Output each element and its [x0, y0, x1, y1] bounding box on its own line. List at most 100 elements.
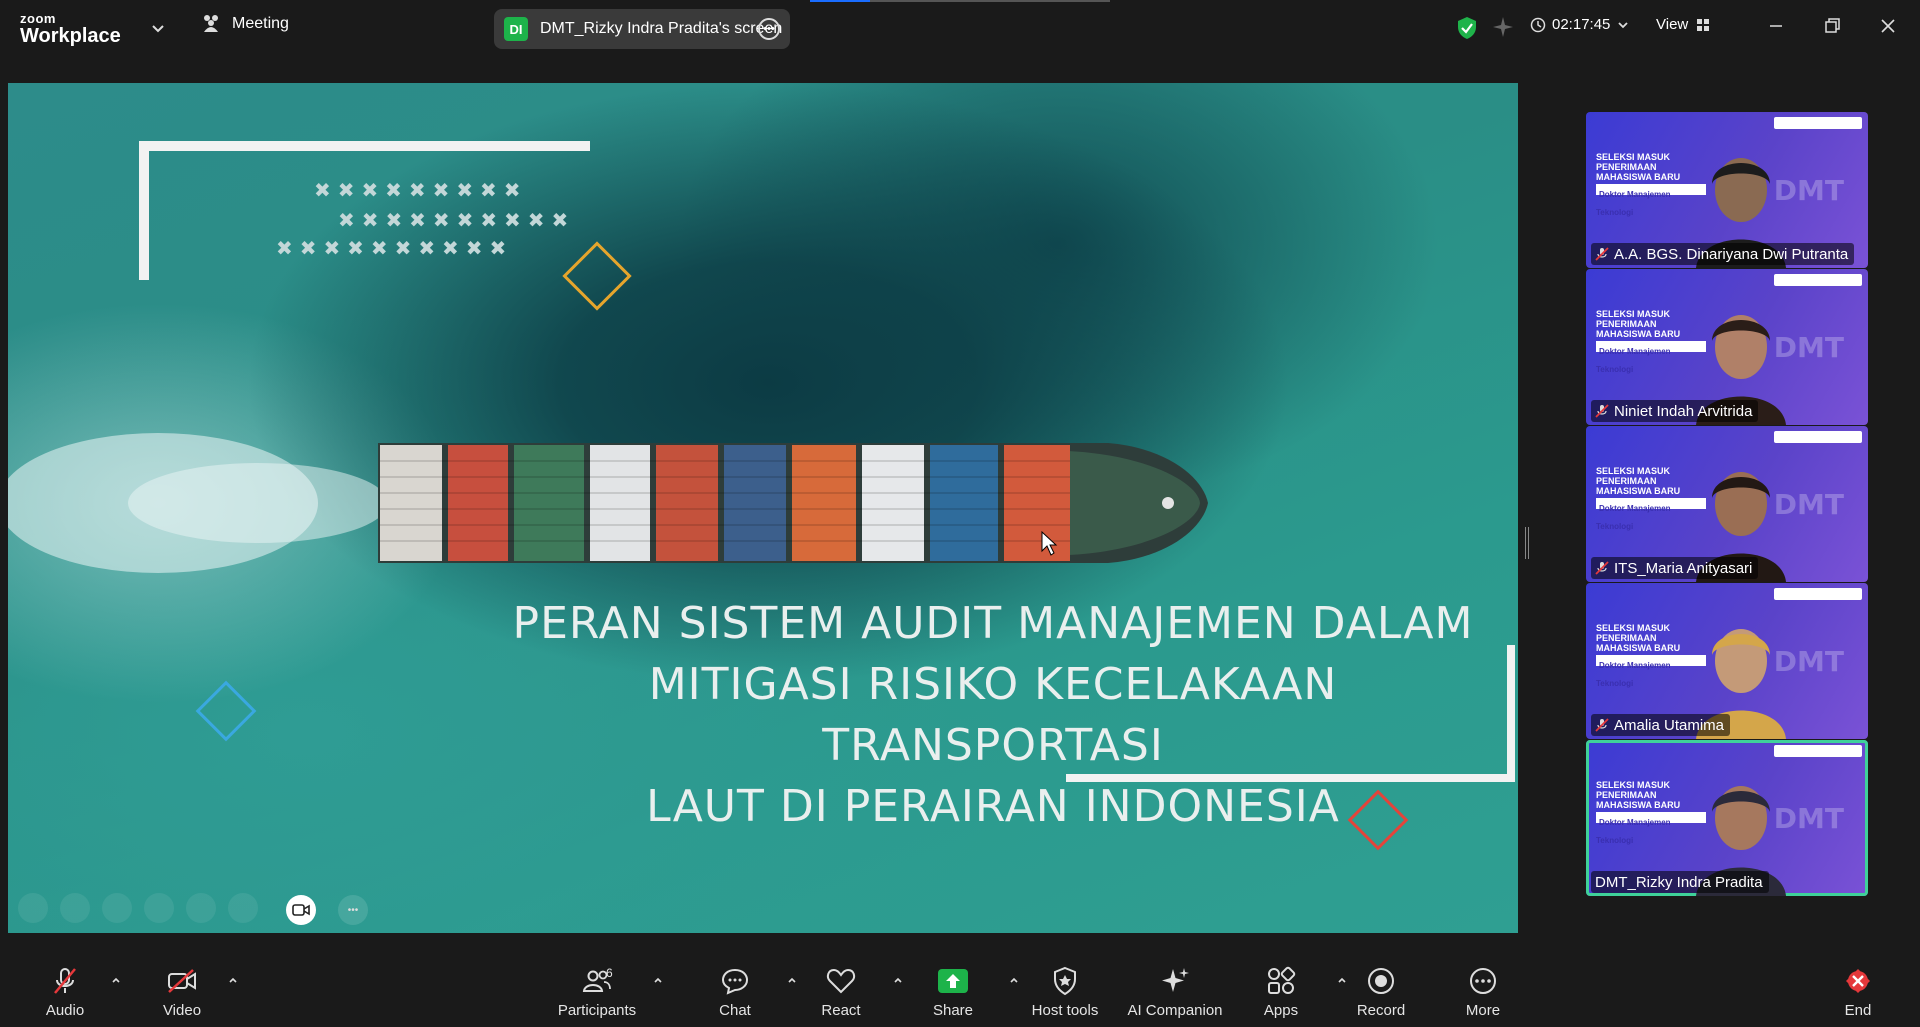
program-label: Doktor Manajemen Teknologi [1596, 661, 1671, 688]
participants-button[interactable]: 6 Participants [542, 964, 662, 1019]
react-button[interactable]: React [786, 964, 902, 1019]
close-icon[interactable] [1876, 14, 1900, 38]
more-options-icon[interactable]: ••• [758, 18, 780, 40]
participant-name: Niniet Indah Arvitrida [1614, 402, 1753, 420]
brand-zoom: zoom [20, 11, 56, 26]
record-label: Record [1356, 1002, 1406, 1019]
next-icon[interactable] [60, 893, 90, 923]
slide-title: PERAN SISTEM AUDIT MANAJEMEN DALAM MITIG… [478, 593, 1508, 837]
meeting-label: Meeting [232, 15, 289, 32]
more-options-icon[interactable]: ••• [338, 895, 368, 925]
participant-name-badge: DMT_Rizky Indra Pradita [1591, 871, 1769, 893]
share-button[interactable]: Share [898, 964, 1018, 1019]
minimize-icon[interactable] [1764, 14, 1788, 38]
shared-screen[interactable]: ✖ ✖ ✖ ✖ ✖ ✖ ✖ ✖ ✖ ✖ ✖ ✖ ✖ ✖ ✖ ✖ ✖ ✖ ✖ ✖ … [8, 83, 1518, 933]
sponsor-logos [1774, 588, 1862, 600]
annotation-controls [18, 893, 258, 923]
slide-title-line-3: LAUT DI PERAIRAN INDONESIA [646, 781, 1340, 832]
slide-title-line-2: MITIGASI RISIKO KECELAKAAN TRANSPORTASI [648, 659, 1338, 771]
timer-value: 02:17:45 [1552, 16, 1611, 33]
ai-sparkle-icon[interactable] [1492, 16, 1514, 38]
chevron-up-icon[interactable] [110, 974, 122, 986]
chat-button[interactable]: Chat [680, 964, 796, 1019]
panel-splitter[interactable] [1525, 527, 1529, 559]
program-label: Doktor Manajemen Teknologi [1596, 818, 1671, 845]
participant-tile[interactable]: SELEKSI MASUK PENERIMAAN MAHASISWA BARU Dok… [1586, 112, 1868, 268]
participant-tile[interactable]: SELEKSI MASUK PENERIMAAN MAHASISWA BARU Dok… [1586, 426, 1868, 582]
sponsor-logos [1774, 117, 1862, 129]
share-screen-icon [938, 969, 968, 993]
slide-title-line-1: PERAN SISTEM AUDIT MANAJEMEN DALAM [512, 598, 1474, 649]
meeting-people-icon [204, 15, 218, 32]
mic-muted-icon [1595, 247, 1609, 261]
ai-companion-icon [1162, 968, 1189, 992]
audio-button[interactable]: Audio [10, 964, 120, 1019]
mic-muted-icon [54, 968, 76, 994]
participant-name-badge: ITS_Maria Anityasari [1591, 557, 1759, 579]
program-label: Doktor Manajemen Teknologi [1596, 190, 1671, 217]
pointer-icon[interactable] [228, 893, 258, 923]
chevron-down-icon[interactable] [150, 20, 166, 36]
video-camera-icon[interactable] [286, 895, 316, 925]
view-label: View [1656, 16, 1689, 33]
participant-name: Amalia Utamima [1614, 716, 1725, 734]
video-off-icon [168, 969, 196, 993]
participants-count: 6 [606, 966, 613, 980]
zoom-icon[interactable] [186, 893, 216, 923]
heart-icon [826, 968, 856, 994]
restore-icon[interactable] [1820, 14, 1844, 38]
end-button[interactable]: End [1803, 964, 1913, 1019]
participant-tile[interactable]: SELEKSI MASUK PENERIMAAN MAHASISWA BARU Dok… [1586, 269, 1868, 425]
title-bar: zoom Workplace Meeting DI DMT_Rizky Indr… [0, 0, 1920, 56]
mic-muted-icon [1595, 561, 1609, 575]
chevron-down-icon [1618, 21, 1629, 28]
ai-companion-button[interactable]: AI Companion [1115, 964, 1235, 1019]
participant-tile[interactable]: SELEKSI MASUK PENERIMAAN MAHASISWA BARU Dok… [1586, 740, 1868, 896]
view-menu[interactable]: View [1656, 16, 1710, 33]
presenter-avatar: DI [504, 17, 528, 41]
host-tools-button[interactable]: Host tools [1010, 964, 1120, 1019]
participant-name: A.A. BGS. Dinariyana Dwi Putranta [1614, 245, 1849, 263]
participant-tile[interactable]: SELEKSI MASUK PENERIMAAN MAHASISWA BARU Dok… [1586, 583, 1868, 739]
video-button[interactable]: Video [127, 964, 237, 1019]
chevron-up-icon[interactable] [652, 974, 664, 986]
end-label: End [1844, 1002, 1872, 1019]
audio-label: Audio [45, 1002, 85, 1019]
prev-icon[interactable] [18, 893, 48, 923]
shared-screen-label: DMT_Rizky Indra Pradita's screen [540, 20, 783, 37]
encryption-shield-icon[interactable] [1456, 16, 1478, 40]
clock-icon [1530, 17, 1546, 32]
meeting-timer[interactable]: 02:17:45 [1530, 16, 1630, 33]
apps-label: Apps [1263, 1002, 1299, 1019]
more-icon [1470, 968, 1496, 994]
program-label: Doktor Manajemen Teknologi [1596, 347, 1671, 374]
mic-muted-icon [1595, 404, 1609, 418]
apps-icon [1268, 966, 1296, 994]
apps-button[interactable]: Apps [1226, 964, 1346, 1019]
chat-icon [721, 968, 749, 995]
video-label: Video [162, 1002, 202, 1019]
react-label: React [821, 1002, 861, 1019]
more-button[interactable]: More [1428, 964, 1538, 1019]
grid-icon[interactable] [144, 893, 174, 923]
program-label: Doktor Manajemen Teknologi [1596, 504, 1671, 531]
participants-label: Participants [557, 1002, 637, 1019]
host-tools-label: Host tools [1031, 1002, 1099, 1019]
participant-gallery: SELEKSI MASUK PENERIMAAN MAHASISWA BARU Dok… [1586, 112, 1868, 897]
end-meeting-icon [1846, 969, 1870, 993]
grid-view-icon [1697, 18, 1710, 31]
record-button[interactable]: Record [1326, 964, 1436, 1019]
meeting-menu[interactable]: Meeting [200, 14, 289, 34]
shared-screen-pill[interactable]: DI DMT_Rizky Indra Pradita's screen ••• [494, 9, 790, 49]
zoom-workplace-logo[interactable]: zoom Workplace [20, 12, 121, 46]
svg-text:✖ ✖ ✖ ✖ ✖ ✖ ✖ ✖ ✖ ✖: ✖ ✖ ✖ ✖ ✖ ✖ ✖ ✖ ✖ ✖ [276, 236, 506, 260]
more-label: More [1465, 1002, 1501, 1019]
chevron-up-icon[interactable] [227, 974, 239, 986]
meeting-toolbar: Audio Video 6 Participants Chat React Sh… [0, 956, 1920, 1027]
svg-text:✖ ✖ ✖ ✖ ✖ ✖ ✖ ✖ ✖: ✖ ✖ ✖ ✖ ✖ ✖ ✖ ✖ ✖ [314, 178, 521, 202]
svg-text:✖ ✖ ✖ ✖ ✖ ✖ ✖ ✖ ✖ ✖: ✖ ✖ ✖ ✖ ✖ ✖ ✖ ✖ ✖ ✖ [338, 208, 568, 232]
pen-icon[interactable] [102, 893, 132, 923]
participant-name-badge: Amalia Utamima [1591, 714, 1731, 736]
participant-name: DMT_Rizky Indra Pradita [1595, 873, 1763, 891]
sponsor-logos [1774, 431, 1862, 443]
